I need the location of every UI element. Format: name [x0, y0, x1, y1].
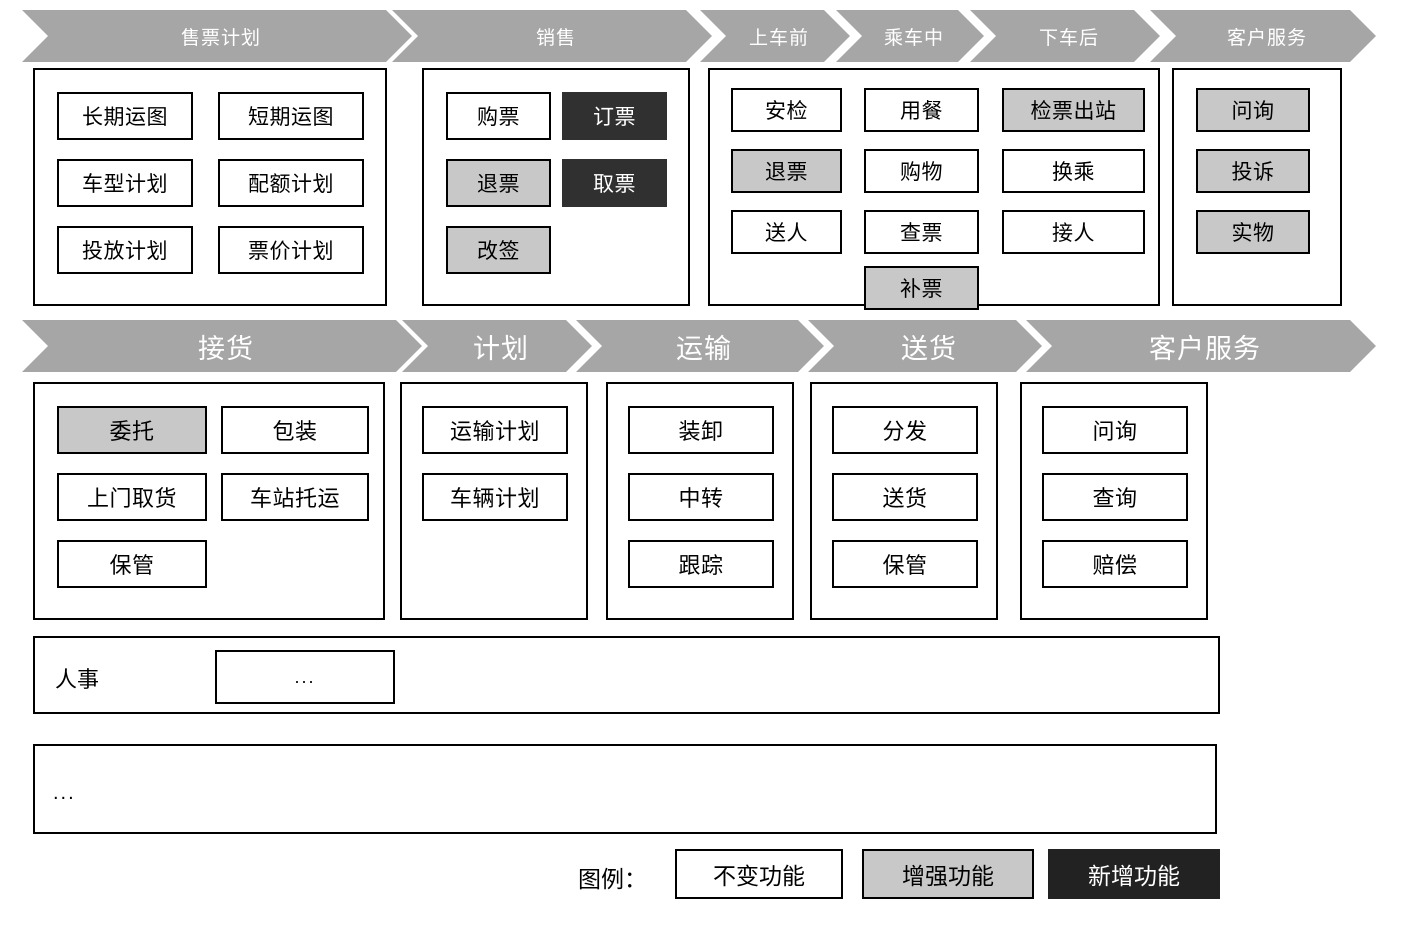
function-box[interactable]: 用餐 — [864, 88, 979, 132]
legend-title: 图例： — [578, 866, 647, 892]
function-box[interactable]: 车站托运 — [221, 473, 369, 521]
function-box[interactable]: 实物 — [1196, 210, 1310, 254]
stage-chevron-kehufuwu-1[interactable]: 客户服务 — [1150, 10, 1376, 62]
function-box[interactable]: 委托 — [57, 406, 207, 454]
group-panel-plan: 运输计划 车辆计划 — [400, 382, 588, 620]
process-band-cargo: 接货 计划 运输 送货 客户服务 — [0, 320, 1406, 372]
hr-panel: 人事 ... — [33, 636, 1220, 714]
function-box[interactable]: 购票 — [446, 92, 551, 140]
function-box[interactable]: 车辆计划 — [422, 473, 568, 521]
function-box[interactable]: 赔偿 — [1042, 540, 1188, 588]
legend-swatch-enhanced[interactable]: 增强功能 — [862, 849, 1034, 899]
function-box[interactable]: 购物 — [864, 149, 979, 193]
stage-label: 运输 — [676, 333, 732, 364]
stage-label: 上车前 — [748, 27, 809, 49]
stage-label: 销售 — [535, 27, 576, 49]
stage-chevron-xiaoshou[interactable]: 销售 — [392, 10, 712, 62]
stage-label: 接货 — [198, 333, 254, 364]
stage-chevron-songhuo[interactable]: 送货 — [808, 320, 1042, 372]
stage-label: 客户服务 — [1149, 333, 1261, 364]
function-box[interactable]: 安检 — [731, 88, 842, 132]
function-box[interactable]: 保管 — [57, 540, 207, 588]
stage-chevron-shangchequan[interactable]: 上车前 — [700, 10, 850, 62]
more-panel: ... — [33, 744, 1217, 834]
group-panel-customer-service: 问询 投诉 实物 — [1172, 68, 1342, 306]
stage-chevron-kehufuwu-2[interactable]: 客户服务 — [1026, 320, 1376, 372]
function-box[interactable]: 保管 — [832, 540, 978, 588]
function-box[interactable]: 退票 — [446, 159, 551, 207]
group-panel-pickup: 委托 上门取货 保管 包装 车站托运 — [33, 382, 385, 620]
stage-label: 售票计划 — [180, 27, 261, 49]
stage-label: 下车后 — [1038, 27, 1099, 49]
group-panel-journey: 安检 退票 送人 用餐 购物 查票 补票 检票出站 换乘 接人 — [708, 68, 1160, 310]
stage-chevron-chengchezhong[interactable]: 乘车中 — [836, 10, 984, 62]
stage-chevron-jiehuo[interactable]: 接货 — [22, 320, 422, 372]
group-panel-sales: 购票 退票 改签 订票 取票 — [422, 68, 690, 306]
function-box[interactable]: 取票 — [562, 159, 667, 207]
function-box[interactable]: 跟踪 — [628, 540, 774, 588]
group-panel-transport: 装卸 中转 跟踪 — [606, 382, 794, 620]
legend-swatch-unchanged[interactable]: 不变功能 — [675, 849, 843, 899]
function-box[interactable]: 订票 — [562, 92, 667, 140]
stage-chevron-yunshu[interactable]: 运输 — [576, 320, 824, 372]
group-panel-ticket-plan: 长期运图 车型计划 投放计划 短期运图 配额计划 票价计划 — [33, 68, 387, 306]
function-box[interactable]: 票价计划 — [218, 226, 364, 274]
stage-label: 计划 — [473, 333, 529, 364]
function-box[interactable]: 配额计划 — [218, 159, 364, 207]
diagram-canvas: 售票计划 销售 上车前 乘车中 下车后 客户服务 长期运图 车型计划 投放计划 … — [0, 0, 1406, 934]
function-box[interactable]: 长期运图 — [57, 92, 193, 140]
process-band-passenger: 售票计划 销售 上车前 乘车中 下车后 客户服务 — [0, 10, 1406, 62]
function-box[interactable]: 车型计划 — [57, 159, 193, 207]
function-box[interactable]: 改签 — [446, 226, 551, 274]
function-box[interactable]: 运输计划 — [422, 406, 568, 454]
stage-label: 乘车中 — [883, 27, 944, 49]
function-box[interactable]: 问询 — [1196, 88, 1310, 132]
function-box[interactable]: 短期运图 — [218, 92, 364, 140]
stage-chevron-shoupiaojihua[interactable]: 售票计划 — [22, 10, 412, 62]
stage-chevron-jihua[interactable]: 计划 — [402, 320, 592, 372]
function-box[interactable]: 接人 — [1002, 210, 1145, 254]
function-box[interactable]: 分发 — [832, 406, 978, 454]
group-panel-cargo-customer-service: 问询 查询 赔偿 — [1020, 382, 1208, 620]
function-box[interactable]: 包装 — [221, 406, 369, 454]
hr-placeholder-box[interactable]: ... — [215, 650, 395, 704]
function-box[interactable]: 中转 — [628, 473, 774, 521]
function-box[interactable]: 送人 — [731, 210, 842, 254]
hr-label: 人事 — [55, 667, 100, 692]
function-box[interactable]: 问询 — [1042, 406, 1188, 454]
stage-label: 送货 — [901, 333, 957, 364]
function-box[interactable]: 退票 — [731, 149, 842, 193]
more-label: ... — [53, 782, 76, 804]
legend-swatch-new[interactable]: 新增功能 — [1048, 849, 1220, 899]
function-box[interactable]: 换乘 — [1002, 149, 1145, 193]
function-box[interactable]: 送货 — [832, 473, 978, 521]
group-panel-delivery: 分发 送货 保管 — [810, 382, 998, 620]
function-box[interactable]: 投诉 — [1196, 149, 1310, 193]
function-box[interactable]: 上门取货 — [57, 473, 207, 521]
function-box[interactable]: 检票出站 — [1002, 88, 1145, 132]
function-box[interactable]: 补票 — [864, 266, 979, 310]
function-box[interactable]: 查询 — [1042, 473, 1188, 521]
function-box[interactable]: 装卸 — [628, 406, 774, 454]
stage-chevron-xiachehou[interactable]: 下车后 — [970, 10, 1160, 62]
stage-label: 客户服务 — [1226, 27, 1307, 49]
function-box[interactable]: 查票 — [864, 210, 979, 254]
function-box[interactable]: 投放计划 — [57, 226, 193, 274]
